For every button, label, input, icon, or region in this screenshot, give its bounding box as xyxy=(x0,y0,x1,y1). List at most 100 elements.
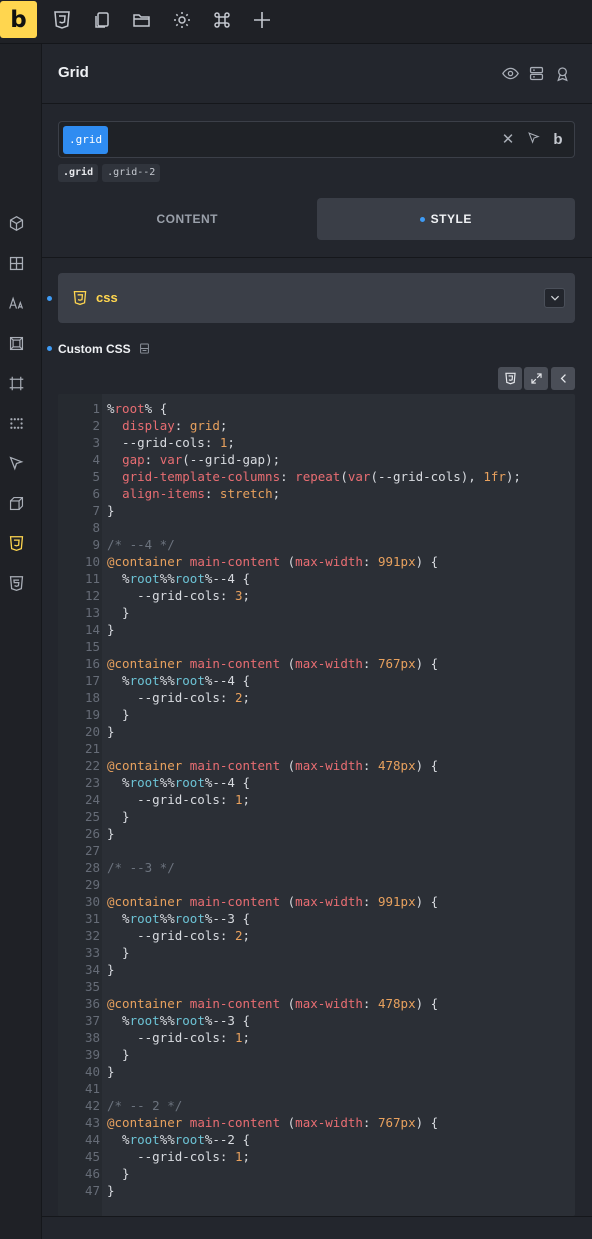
code-line[interactable]: 17 %root%%root%--4 { xyxy=(58,672,575,689)
code-line[interactable]: 31 %root%%root%--3 { xyxy=(58,910,575,927)
code-line[interactable]: 22 @container main-content (max-width: 47… xyxy=(58,757,575,774)
box-3d-icon[interactable] xyxy=(6,493,26,513)
frame-icon[interactable] xyxy=(6,373,26,393)
code-line[interactable]: 13 } xyxy=(58,604,575,621)
spacing-icon[interactable] xyxy=(6,333,26,353)
line-content: @container main-content (max-width: 767p… xyxy=(107,655,438,672)
code-line[interactable]: 38 --grid-cols: 1; xyxy=(58,1029,575,1046)
code-token: max-width xyxy=(295,758,363,773)
eye-icon[interactable] xyxy=(502,65,520,83)
css-accordion[interactable]: css xyxy=(58,273,575,323)
code-line[interactable]: 15 xyxy=(58,638,575,655)
code-line[interactable]: 27 xyxy=(58,842,575,859)
badge-icon[interactable] xyxy=(554,65,572,83)
app-logo[interactable]: b xyxy=(0,1,37,38)
pick-cursor-icon[interactable] xyxy=(525,131,543,149)
code-line[interactable]: 11 %root%%root%--4 { xyxy=(58,570,575,587)
code-line[interactable]: 21 xyxy=(58,740,575,757)
b-class-icon[interactable]: b xyxy=(549,131,567,149)
code-line[interactable]: 40} xyxy=(58,1063,575,1080)
html5-icon[interactable] xyxy=(6,573,26,593)
code-line[interactable]: 36 @container main-content (max-width: 47… xyxy=(58,995,575,1012)
code-line[interactable]: 34} xyxy=(58,961,575,978)
pages-icon[interactable] xyxy=(90,8,114,32)
css3-format-button[interactable] xyxy=(498,367,522,390)
line-content: --grid-cols: 2; xyxy=(107,689,250,706)
selector-input[interactable]: .grid ✕ b xyxy=(58,121,575,158)
code-line[interactable]: 44 %root%%root%--2 { xyxy=(58,1131,575,1148)
chevron-down-icon[interactable] xyxy=(544,288,565,308)
code-token: } xyxy=(107,1166,130,1181)
code-token: ( xyxy=(280,996,296,1011)
grid-dots-icon[interactable] xyxy=(6,413,26,433)
cube-icon[interactable] xyxy=(6,213,26,233)
code-token: %--3 { xyxy=(204,911,251,926)
code-line[interactable]: 32 --grid-cols: 2; xyxy=(58,927,575,944)
add-plus-icon[interactable] xyxy=(250,8,274,32)
code-line[interactable]: 19 } xyxy=(58,706,575,723)
code-line[interactable]: 9 /* --4 */ xyxy=(58,536,575,553)
line-content: } xyxy=(107,1046,130,1063)
layout-icon[interactable] xyxy=(6,253,26,273)
database-icon[interactable] xyxy=(138,342,152,356)
active-selector-chip[interactable]: .grid xyxy=(63,126,109,154)
line-content: } xyxy=(107,502,115,519)
code-line[interactable]: 45 --grid-cols: 1; xyxy=(58,1148,575,1165)
code-line[interactable]: 2 display: grid; xyxy=(58,417,575,434)
line-content: %root%%root%--4 { xyxy=(107,570,250,587)
code-line[interactable]: 10 @container main-content (max-width: 99… xyxy=(58,553,575,570)
class-chip-grid[interactable]: .grid xyxy=(58,164,99,182)
code-line[interactable]: 4 gap: var(--grid-gap); xyxy=(58,451,575,468)
code-token: root xyxy=(174,911,205,926)
class-chip-grid-2[interactable]: .grid--2 xyxy=(102,164,161,182)
code-line[interactable]: 5 grid-template-columns: repeat(var(--gr… xyxy=(58,468,575,485)
code-line[interactable]: 6 align-items: stretch; xyxy=(58,485,575,502)
code-line[interactable]: 14} xyxy=(58,621,575,638)
code-line[interactable]: 26} xyxy=(58,825,575,842)
code-lines[interactable]: 1 %root% {2 display: grid; 3 --grid-cols: … xyxy=(58,400,575,1199)
code-editor[interactable]: 1 %root% {2 display: grid; 3 --grid-cols: … xyxy=(58,394,575,1216)
code-line[interactable]: 3 --grid-cols: 1; xyxy=(58,434,575,451)
code-line[interactable]: 12 --grid-cols: 3; xyxy=(58,587,575,604)
code-line[interactable]: 47} xyxy=(58,1182,575,1199)
code-line[interactable]: 41 xyxy=(58,1080,575,1097)
code-line[interactable]: 1 %root% { xyxy=(58,400,575,417)
code-line[interactable]: 29 xyxy=(58,876,575,893)
code-line[interactable]: 35 xyxy=(58,978,575,995)
typography-icon[interactable] xyxy=(6,293,26,313)
code-line[interactable]: 25 } xyxy=(58,808,575,825)
code-line[interactable]: 46 } xyxy=(58,1165,575,1182)
left-rail xyxy=(0,44,42,1239)
code-line[interactable]: 28 /* --3 */ xyxy=(58,859,575,876)
code-line[interactable]: 42 /* -- 2 */ xyxy=(58,1097,575,1114)
folder-icon[interactable] xyxy=(130,8,154,32)
collapse-chevron-left-icon[interactable] xyxy=(551,367,575,390)
code-line[interactable]: 20} xyxy=(58,723,575,740)
code-line[interactable]: 16 @container main-content (max-width: 76… xyxy=(58,655,575,672)
code-token: } xyxy=(107,503,115,518)
cursor-icon[interactable] xyxy=(6,453,26,473)
code-line[interactable]: 37 %root%%root%--3 { xyxy=(58,1012,575,1029)
code-line[interactable]: 7} xyxy=(58,502,575,519)
expand-icon[interactable] xyxy=(524,367,548,390)
command-icon[interactable] xyxy=(210,8,234,32)
line-number: 28 xyxy=(84,860,100,875)
code-line[interactable]: 8 xyxy=(58,519,575,536)
clear-x-icon[interactable]: ✕ xyxy=(499,131,517,149)
code-token: % { xyxy=(144,401,168,416)
tab-style[interactable]: STYLE xyxy=(316,198,575,240)
code-line[interactable]: 30 @container main-content (max-width: 99… xyxy=(58,893,575,910)
code-line[interactable]: 18 --grid-cols: 2; xyxy=(58,689,575,706)
code-line[interactable]: 23 %root%%root%--4 { xyxy=(58,774,575,791)
css3-icon[interactable] xyxy=(6,533,26,553)
code-token: ) { xyxy=(415,758,439,773)
code-line[interactable]: 39 } xyxy=(58,1046,575,1063)
css3-shield-icon[interactable] xyxy=(50,8,74,32)
tab-content[interactable]: CONTENT xyxy=(58,198,317,240)
code-line[interactable]: 33 } xyxy=(58,944,575,961)
code-line[interactable]: 43 @container main-content (max-width: 76… xyxy=(58,1114,575,1131)
code-line[interactable]: 24 --grid-cols: 1; xyxy=(58,791,575,808)
settings-gear-icon[interactable] xyxy=(170,8,194,32)
server-icon[interactable] xyxy=(528,65,546,83)
